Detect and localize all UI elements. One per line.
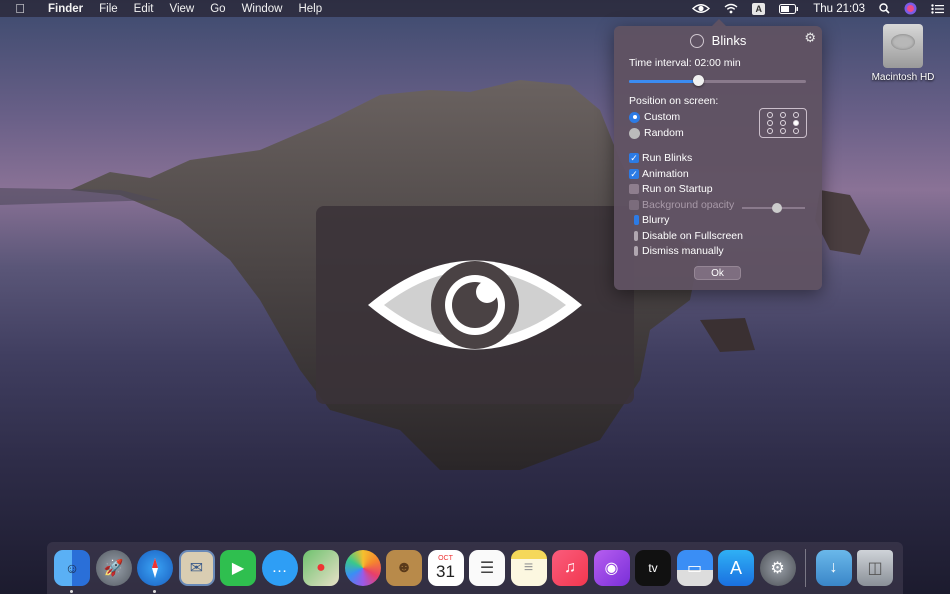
dock-system-preferences-icon[interactable]: ⚙ <box>759 550 796 586</box>
dock-tv-icon[interactable]: tv <box>635 550 671 586</box>
grid-cell-bottom-center[interactable] <box>779 128 786 134</box>
menu-go[interactable]: Go <box>202 3 233 15</box>
run-on-startup-label: Run on Startup <box>642 183 713 195</box>
dock-finder-icon[interactable]: ☺ <box>54 550 90 593</box>
time-interval-label: Time interval: 02:00 min <box>629 57 741 69</box>
macintosh-hd-desktop-icon[interactable]: Macintosh HD <box>866 24 940 83</box>
siri-icon[interactable] <box>904 2 917 15</box>
animation-label: Animation <box>642 168 689 180</box>
ok-button[interactable]: Ok <box>694 266 741 280</box>
radio-random-indicator[interactable] <box>629 127 640 139</box>
apple-menu-icon[interactable]:  <box>0 1 40 16</box>
large-eye-icon <box>368 260 582 350</box>
checkbox-run-on-startup[interactable]: Run on Startup <box>629 183 713 195</box>
dismiss-manually-checkbox[interactable] <box>634 246 638 256</box>
background-opacity-checkbox <box>629 200 639 210</box>
menu-app-finder[interactable]: Finder <box>40 3 91 15</box>
dock-messages-icon[interactable]: … <box>261 550 298 586</box>
radio-random-label: Random <box>644 127 684 139</box>
menu-window[interactable]: Window <box>234 3 291 15</box>
blurry-check-icon[interactable] <box>634 215 639 225</box>
hard-drive-icon <box>883 24 923 68</box>
menu-clock[interactable]: Thu 21:03 <box>813 3 865 15</box>
grid-cell-middle-left[interactable] <box>767 120 774 126</box>
checkbox-background-opacity: Background opacity <box>629 199 734 211</box>
tv-label: tv <box>648 561 658 575</box>
dismiss-manually-label: Dismiss manually <box>642 245 724 257</box>
background-opacity-label: Background opacity <box>642 199 735 211</box>
grid-cell-top-left[interactable] <box>767 112 774 118</box>
grid-cell-top-right[interactable] <box>792 112 799 118</box>
checkbox-disable-on-fullscreen[interactable]: Disable on Fullscreen <box>629 230 743 242</box>
disable-on-fullscreen-label: Disable on Fullscreen <box>642 230 743 242</box>
dock-maps-icon[interactable]: ● <box>303 550 339 586</box>
wifi-icon[interactable] <box>724 3 738 14</box>
grid-cell-middle-center[interactable] <box>779 120 786 126</box>
dock-downloads-folder-icon[interactable]: ↓ <box>815 550 852 586</box>
menu-bar:  Finder File Edit View Go Window Help A… <box>0 0 950 17</box>
dock-facetime-icon[interactable]: ▶ <box>220 550 256 586</box>
running-indicator <box>70 590 73 593</box>
panel-title-text: Blinks <box>711 33 747 48</box>
grid-cell-middle-right[interactable] <box>792 120 799 126</box>
running-indicator <box>153 590 156 593</box>
checkbox-blurry[interactable]: Blurry <box>629 214 669 226</box>
checkbox-run-blinks[interactable]: ✓ Run Blinks <box>629 152 692 164</box>
disable-on-fullscreen-checkbox[interactable] <box>634 231 638 241</box>
gear-icon[interactable]: ⚙ <box>804 30 816 46</box>
notification-center-icon[interactable] <box>931 3 944 14</box>
opacity-slider-knob <box>771 203 782 213</box>
macintosh-hd-label: Macintosh HD <box>871 72 935 83</box>
calendar-day: 31 <box>436 562 455 581</box>
grid-cell-bottom-left[interactable] <box>767 128 774 134</box>
background-opacity-slider <box>742 203 805 213</box>
panel-title: Blinks <box>614 33 822 48</box>
menu-edit[interactable]: Edit <box>126 3 162 15</box>
blinks-circle-icon <box>689 33 704 48</box>
run-on-startup-checkbox[interactable] <box>629 184 639 194</box>
time-interval-slider[interactable] <box>629 75 806 86</box>
dock-podcasts-icon[interactable]: ◉ <box>593 550 630 586</box>
grid-cell-top-center[interactable] <box>779 112 786 118</box>
dock-trash-icon[interactable]: ◫ <box>857 550 893 586</box>
dock-keynote-icon[interactable]: ▭ <box>676 550 713 586</box>
dock-photos-icon[interactable] <box>344 550 381 586</box>
radio-random[interactable]: Random <box>629 127 684 139</box>
dock-reminders-icon[interactable]: ☰ <box>469 550 505 586</box>
checkbox-dismiss-manually[interactable]: Dismiss manually <box>629 245 724 257</box>
blinks-overlay <box>316 206 634 404</box>
menu-view[interactable]: View <box>162 3 203 15</box>
dock-calendar-icon[interactable]: OCT 31 <box>427 550 464 586</box>
slider-knob[interactable] <box>693 75 705 86</box>
dock-app-store-icon[interactable]: A <box>718 550 754 586</box>
run-blinks-check-icon[interactable]: ✓ <box>629 153 639 163</box>
animation-check-icon[interactable]: ✓ <box>629 169 639 179</box>
checkbox-animation[interactable]: ✓ Animation <box>629 168 689 180</box>
menu-file[interactable]: File <box>91 3 126 15</box>
spotlight-search-icon[interactable] <box>879 3 890 14</box>
dock-music-icon[interactable]: ♫ <box>552 550 588 586</box>
dock-launchpad-icon[interactable]: 🚀 <box>95 550 132 586</box>
slider-fill <box>629 80 699 83</box>
radio-custom-indicator[interactable] <box>629 111 640 123</box>
dock-mail-icon[interactable]: ✉ <box>178 550 215 586</box>
dock: ☺ 🚀 ✉ ▶ … ● ☻ OCT 31 ☰ ≡ ♫ ◉ tv ▭ A ⚙ ↓ … <box>47 542 903 594</box>
blurry-label: Blurry <box>642 214 670 226</box>
blinks-eye-icon[interactable] <box>692 3 711 14</box>
dock-contacts-icon[interactable]: ☻ <box>386 550 422 586</box>
radio-custom-label: Custom <box>644 111 681 123</box>
radio-custom[interactable]: Custom <box>629 111 680 123</box>
dock-separator <box>805 549 806 587</box>
battery-icon[interactable] <box>779 3 799 14</box>
menu-help[interactable]: Help <box>290 3 330 15</box>
dock-notes-icon[interactable]: ≡ <box>510 550 547 586</box>
dock-safari-icon[interactable] <box>137 550 173 593</box>
run-blinks-label: Run Blinks <box>642 152 693 164</box>
position-grid[interactable] <box>759 108 807 138</box>
blinks-settings-panel: Blinks ⚙ Time interval: 02:00 min Positi… <box>614 19 822 290</box>
position-label: Position on screen: <box>629 95 719 107</box>
input-source-icon[interactable]: A <box>752 2 766 15</box>
grid-cell-bottom-right[interactable] <box>792 128 799 134</box>
